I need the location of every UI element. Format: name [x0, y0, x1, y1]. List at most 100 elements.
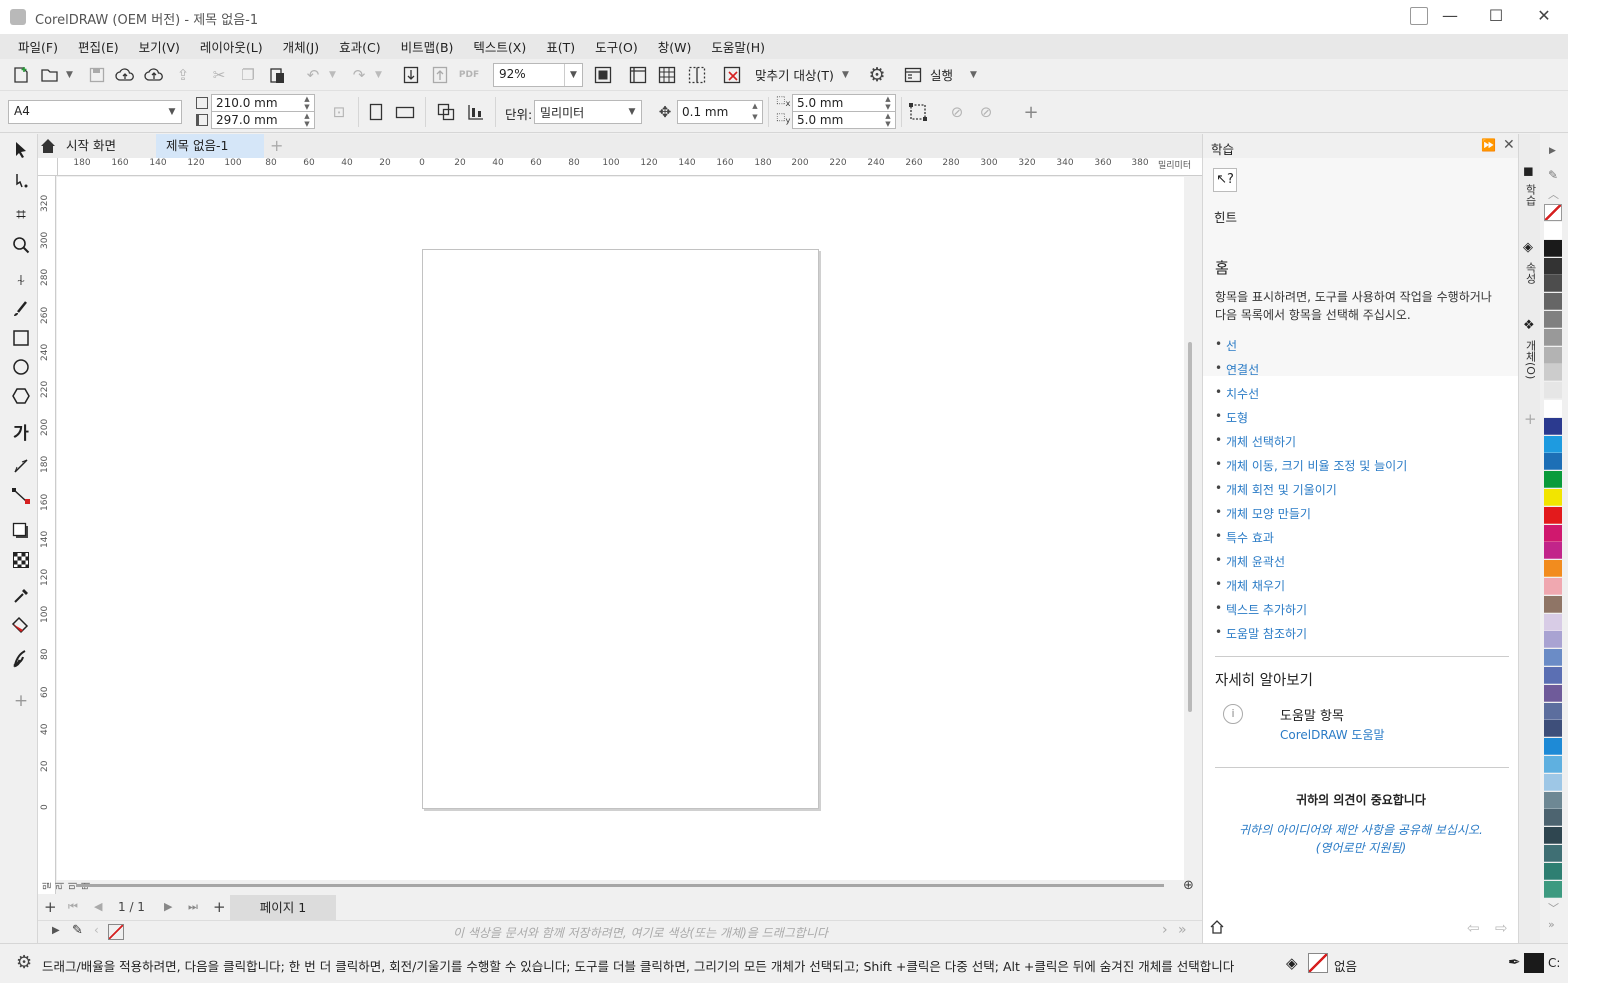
cloud-save-icon[interactable] [114, 64, 136, 86]
add-tool-icon[interactable]: + [9, 689, 33, 713]
menu-object[interactable]: 개체(J) [273, 37, 329, 56]
undo-icon[interactable]: ↶ [302, 64, 324, 86]
nudge-distance-input[interactable]: 0.1 mm ▲ ▼ [677, 100, 763, 124]
parallel-dimension-tool-icon[interactable] [9, 454, 33, 478]
paste-icon[interactable] [266, 64, 288, 86]
ellipse-tool-icon[interactable] [9, 355, 33, 379]
chevron-down-icon[interactable]: ▼ [623, 101, 641, 123]
link-connectors[interactable]: 연결선 [1226, 361, 1259, 378]
menu-effects[interactable]: 효과(C) [329, 37, 390, 56]
spinner-arrows-icon[interactable]: ▲ ▼ [881, 95, 895, 111]
add-docker-icon[interactable]: + [1524, 410, 1537, 428]
color-swatch[interactable] [1544, 400, 1562, 417]
color-swatch[interactable] [1544, 578, 1562, 595]
document-page[interactable] [422, 249, 819, 809]
page-height-input[interactable]: 297.0 mm ▲ ▼ [211, 111, 315, 129]
docker-home-icon[interactable] [1209, 919, 1227, 937]
home-icon[interactable] [40, 138, 56, 154]
link-special-effects[interactable]: 특수 효과 [1226, 529, 1274, 546]
color-swatch[interactable] [1544, 773, 1562, 791]
options-gear-icon[interactable]: ⚙ [866, 64, 888, 86]
color-swatch[interactable] [1544, 720, 1562, 738]
menu-window[interactable]: 창(W) [648, 37, 702, 56]
palette-menu-icon[interactable]: ▶ [1549, 146, 1556, 156]
feedback-share-link[interactable]: 귀하의 아이디어와 제안 사항을 공유해 보십시오. [1203, 821, 1519, 838]
rectangle-tool-icon[interactable] [9, 326, 33, 350]
chevron-down-icon[interactable]: ▼ [163, 101, 181, 123]
horizontal-ruler[interactable]: 180 160 140 120 100 80 60 40 20 0 20 40 … [58, 158, 1202, 176]
publish-pdf-icon[interactable]: PDF [458, 64, 480, 86]
previous-page-icon[interactable]: ◀ [94, 900, 102, 913]
redo-icon[interactable]: ↷ [348, 64, 370, 86]
close-button[interactable]: ✕ [1518, 0, 1570, 34]
menu-file[interactable]: 파일(F) [8, 37, 68, 56]
shape-tool-icon[interactable] [9, 170, 33, 194]
color-swatch[interactable] [1544, 364, 1562, 382]
palette-eyedropper-icon[interactable]: ✎ [1548, 168, 1558, 182]
zoom-to-fit-icon[interactable]: ⊕ [1183, 878, 1199, 894]
color-swatch[interactable] [1544, 506, 1562, 524]
tab-start-screen[interactable]: 시작 화면 [56, 134, 156, 158]
snap-to-dropdown[interactable]: 맞추기 대상(T) [755, 65, 834, 84]
feedback-english-note[interactable]: (영어로만 지원됨) [1203, 839, 1519, 856]
color-swatch[interactable] [1544, 471, 1562, 489]
share-icon[interactable]: ⇪ [172, 64, 194, 86]
snap-nodes-icon[interactable]: ⊘ [946, 101, 968, 123]
vertical-ruler[interactable]: 320 300 280 260 240 220 200 180 160 140 … [38, 176, 92, 896]
fill-indicator-icon[interactable]: ◈ [1286, 954, 1298, 972]
color-swatch[interactable] [1544, 595, 1562, 613]
artistic-media-tool-icon[interactable] [9, 297, 33, 321]
palette-scroll-up-icon[interactable]: ︿ [1548, 186, 1559, 202]
spinner-arrows-icon[interactable]: ▲ ▼ [300, 95, 314, 111]
link-moving-scaling-objects[interactable]: 개체 이동, 크기 비율 조정 및 늘이기 [1226, 457, 1407, 474]
color-swatch[interactable] [1544, 417, 1562, 435]
link-adding-text[interactable]: 텍스트 추가하기 [1226, 601, 1307, 618]
open-folder-icon[interactable] [39, 64, 61, 86]
last-page-icon[interactable]: ⏭ [188, 900, 198, 914]
menu-layout[interactable]: 레이아웃(L) [190, 37, 273, 56]
smart-fill-tool-icon[interactable] [9, 647, 33, 671]
color-swatch[interactable] [1544, 809, 1562, 827]
save-icon[interactable] [86, 64, 108, 86]
color-swatch[interactable] [1544, 311, 1562, 328]
full-screen-icon[interactable] [592, 64, 614, 86]
color-swatch[interactable] [1544, 328, 1562, 346]
color-swatch[interactable] [1544, 257, 1562, 275]
spinner-arrows-icon[interactable]: ▲ ▼ [881, 112, 895, 128]
outline-pen-icon[interactable]: ✒ [1508, 953, 1521, 971]
color-swatch[interactable] [1544, 738, 1562, 756]
spinner-arrows-icon[interactable]: ▲ ▼ [300, 112, 314, 128]
color-swatch[interactable] [1544, 293, 1562, 311]
units-select[interactable]: 밀리미터 ▼ [534, 100, 642, 124]
duplicate-y-input[interactable]: 5.0 mm ▲ ▼ [792, 111, 896, 129]
grid-icon[interactable] [656, 64, 678, 86]
color-swatch[interactable] [1544, 346, 1562, 364]
snap-dropdown-arrow-icon[interactable]: ▼ [842, 70, 849, 80]
color-swatch[interactable] [1544, 542, 1562, 560]
palette-expand-icon[interactable]: » [1548, 918, 1555, 931]
coreldraw-help-link[interactable]: CorelDRAW 도움말 [1280, 726, 1385, 743]
maximize-button[interactable]: ☐ [1470, 0, 1522, 34]
drop-shadow-tool-icon[interactable] [9, 519, 33, 543]
pick-tool-icon[interactable] [9, 138, 33, 162]
palette-scroll-down-icon[interactable]: ﹀ [1548, 900, 1559, 916]
color-swatch[interactable] [1544, 524, 1562, 542]
zoom-tool-icon[interactable] [9, 233, 33, 257]
guidelines-icon[interactable] [686, 64, 708, 86]
menu-bitmaps[interactable]: 비트맵(B) [391, 37, 464, 56]
first-page-icon[interactable]: ⏮ [68, 900, 78, 914]
outline-color-swatch[interactable] [1524, 953, 1544, 973]
transparency-tool-icon[interactable] [9, 548, 33, 572]
menu-edit[interactable]: 편집(E) [68, 37, 129, 56]
color-swatch[interactable] [1544, 560, 1562, 578]
palette-scroll-right-icon[interactable]: › [1162, 922, 1168, 938]
color-swatch[interactable] [1544, 756, 1562, 773]
color-swatch[interactable] [1544, 880, 1562, 898]
page-tab[interactable]: 페이지 1 [230, 895, 336, 920]
color-swatch[interactable] [1544, 613, 1562, 631]
no-color-swatch[interactable] [1544, 204, 1562, 221]
link-shaping-objects[interactable]: 개체 모양 만들기 [1226, 505, 1311, 522]
link-lines[interactable]: 선 [1226, 337, 1237, 354]
next-page-icon[interactable]: ▶ [164, 900, 172, 913]
app-launcher-icon[interactable] [902, 64, 924, 86]
